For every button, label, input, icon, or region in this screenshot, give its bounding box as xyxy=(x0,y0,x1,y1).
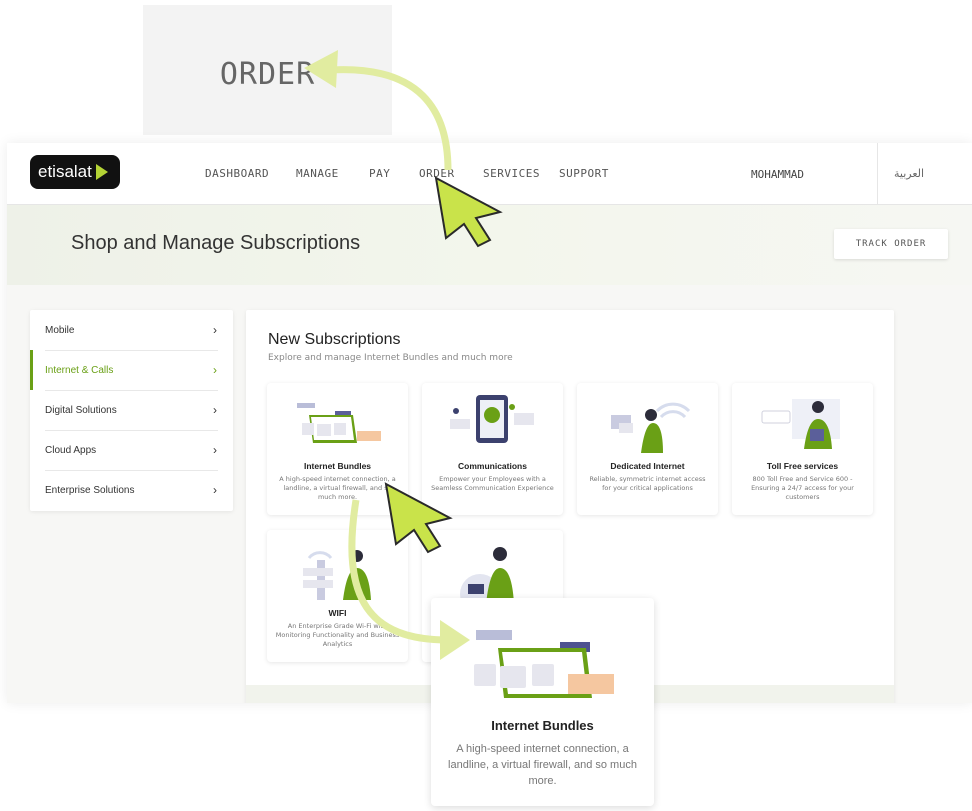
sidebar-item-enterprise-solutions[interactable]: Enterprise Solutions › xyxy=(30,470,233,510)
user-menu[interactable]: MOHAMMAD xyxy=(751,168,804,181)
sidebar-item-digital-solutions[interactable]: Digital Solutions › xyxy=(30,390,233,430)
sidebar-item-internet-calls[interactable]: Internet & Calls › xyxy=(30,350,233,390)
category-sidebar: Mobile › Internet & Calls › Digital Solu… xyxy=(30,310,233,511)
nav-manage[interactable]: MANAGE xyxy=(296,167,339,180)
top-navigation: etisalat DASHBOARD MANAGE PAY ORDER SERV… xyxy=(7,143,972,205)
sidebar-item-label: Mobile xyxy=(45,324,75,336)
communications-illustration xyxy=(450,395,534,443)
sidebar-item-label: Internet & Calls xyxy=(45,364,114,376)
logo-mark-icon xyxy=(95,164,108,180)
zoom-inset-order: ORDER xyxy=(143,5,392,135)
card-title: Toll Free services xyxy=(766,461,839,471)
card-title: Internet Bundles xyxy=(303,461,372,471)
sidebar-item-mobile[interactable]: Mobile › xyxy=(30,310,233,350)
sidebar-item-cloud-apps[interactable]: Cloud Apps › xyxy=(30,430,233,470)
page-title: Shop and Manage Subscriptions xyxy=(71,232,361,254)
chevron-right-icon: › xyxy=(213,363,217,377)
card-description: Empower your Employees with a Seamless C… xyxy=(431,475,554,493)
wifi-illustration xyxy=(303,550,371,600)
card-toll-free-services[interactable]: Toll Free services 800 Toll Free and Ser… xyxy=(732,383,873,515)
language-switch[interactable]: العربية xyxy=(894,167,924,180)
zoom-card-description: A high-speed internet connection, a land… xyxy=(448,743,637,787)
card-description: An Enterprise Grade Wi-Fi with Monitorin… xyxy=(275,622,400,649)
zoom-order-label: ORDER xyxy=(219,56,316,92)
card-dedicated-internet[interactable]: Dedicated Internet Reliable, symmetric i… xyxy=(577,383,718,515)
panel-subtitle: Explore and manage Internet Bundles and … xyxy=(268,353,513,363)
nav-services[interactable]: SERVICES xyxy=(483,167,540,180)
logo-text: etisalat xyxy=(38,162,92,181)
shield-icon xyxy=(532,664,554,686)
envelope-icon xyxy=(317,424,331,436)
card-title: Communications xyxy=(458,461,527,471)
card-internet-bundles[interactable]: Internet Bundles A high-speed internet c… xyxy=(267,383,408,515)
envelope-icon xyxy=(500,666,526,688)
chevron-right-icon: › xyxy=(213,403,217,417)
chevron-right-icon: › xyxy=(213,323,217,337)
page-banner: Shop and Manage Subscriptions TRACK ORDE… xyxy=(7,205,972,285)
toll-free-illustration xyxy=(761,399,840,449)
nav-order[interactable]: ORDER xyxy=(419,167,455,180)
card-description: Reliable, symmetric internet access for … xyxy=(589,475,706,493)
card-wifi[interactable]: WIFI An Enterprise Grade Wi-Fi with Moni… xyxy=(267,530,408,662)
chevron-right-icon: › xyxy=(213,483,217,497)
wifi-icon xyxy=(474,664,496,686)
nav-divider xyxy=(877,143,878,205)
internet-bundles-illustration xyxy=(297,403,381,443)
panel-title: New Subscriptions xyxy=(268,331,401,348)
nav-dashboard[interactable]: DASHBOARD xyxy=(205,167,269,180)
shield-icon xyxy=(334,423,346,435)
wifi-icon xyxy=(307,551,333,560)
sidebar-item-label: Cloud Apps xyxy=(45,444,97,456)
card-description: 800 Toll Free and Service 600 - Ensuring… xyxy=(751,475,854,502)
card-illustration xyxy=(460,547,514,604)
sidebar-item-label: Digital Solutions xyxy=(45,404,117,416)
card-communications[interactable]: Communications Empower your Employees wi… xyxy=(422,383,563,515)
card-title: Dedicated Internet xyxy=(610,461,685,471)
card-description: A high-speed internet connection, a land… xyxy=(279,475,396,502)
dedicated-internet-illustration xyxy=(611,402,691,453)
zoom-inset-internet-bundles[interactable]: Internet Bundles A high-speed internet c… xyxy=(431,598,654,806)
sidebar-item-label: Enterprise Solutions xyxy=(45,484,135,496)
card-title: WIFI xyxy=(328,608,347,618)
nav-pay[interactable]: PAY xyxy=(369,167,390,180)
track-order-button[interactable]: TRACK ORDER xyxy=(834,229,948,259)
etisalat-logo[interactable]: etisalat xyxy=(30,155,120,189)
nav-support[interactable]: SUPPORT xyxy=(559,167,609,180)
chevron-right-icon: › xyxy=(213,443,217,457)
zoom-card-title: Internet Bundles xyxy=(491,718,594,733)
internet-bundles-illustration xyxy=(474,630,614,698)
